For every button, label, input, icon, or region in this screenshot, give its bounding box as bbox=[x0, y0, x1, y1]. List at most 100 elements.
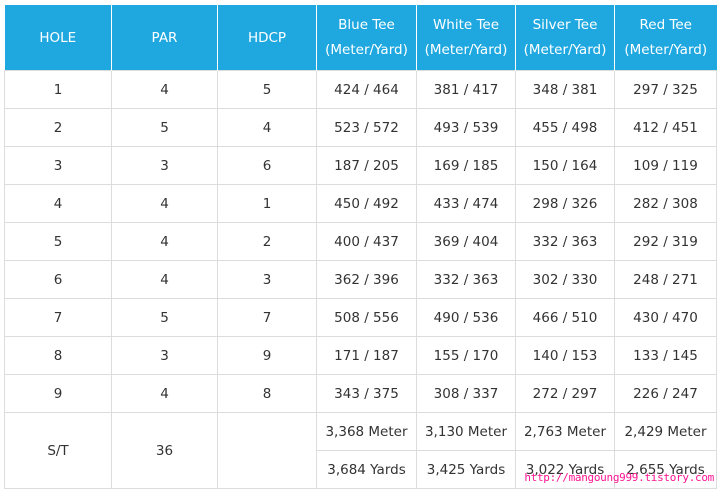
table-row: 5 4 2 400 / 437 369 / 404 332 / 363 292 … bbox=[4, 222, 717, 261]
header-silver-tee: Silver Tee (Meter/Yard) bbox=[515, 5, 615, 71]
white-tee-cell: 493 / 539 bbox=[416, 108, 516, 147]
total-row-meters: S/T 36 3,368 Meter 3,130 Meter 2,763 Met… bbox=[4, 412, 717, 489]
red-tee-cell: 412 / 451 bbox=[614, 108, 717, 147]
hole-cell: 9 bbox=[4, 374, 112, 413]
hdcp-cell: 2 bbox=[217, 222, 317, 261]
silver-tee-cell: 298 / 326 bbox=[515, 184, 615, 223]
hole-cell: 2 bbox=[4, 108, 112, 147]
silver-tee-cell: 466 / 510 bbox=[515, 298, 615, 337]
table-row: 4 4 1 450 / 492 433 / 474 298 / 326 282 … bbox=[4, 184, 717, 223]
table-row: 9 4 8 343 / 375 308 / 337 272 / 297 226 … bbox=[4, 374, 717, 413]
table-row: 8 3 9 171 / 187 155 / 170 140 / 153 133 … bbox=[4, 336, 717, 375]
total-white-yards: 3,425 Yards bbox=[416, 450, 516, 489]
hdcp-cell: 6 bbox=[217, 146, 317, 185]
blue-tee-cell: 171 / 187 bbox=[316, 336, 417, 375]
blue-tee-cell: 343 / 375 bbox=[316, 374, 417, 413]
par-cell: 4 bbox=[111, 374, 218, 413]
table-row: 6 4 3 362 / 396 332 / 363 302 / 330 248 … bbox=[4, 260, 717, 299]
header-hole: HOLE bbox=[4, 5, 112, 71]
header-red-tee: Red Tee (Meter/Yard) bbox=[614, 5, 717, 71]
hdcp-cell: 8 bbox=[217, 374, 317, 413]
table-row: 7 5 7 508 / 556 490 / 536 466 / 510 430 … bbox=[4, 298, 717, 337]
hole-cell: 6 bbox=[4, 260, 112, 299]
red-tee-cell: 430 / 470 bbox=[614, 298, 717, 337]
header-tee-unit: (Meter/Yard) bbox=[424, 41, 508, 58]
white-tee-cell: 332 / 363 bbox=[416, 260, 516, 299]
hole-cell: 8 bbox=[4, 336, 112, 375]
header-tee-unit: (Meter/Yard) bbox=[325, 41, 408, 58]
watermark: http://mangoung999.tistory.com bbox=[524, 471, 714, 484]
red-tee-cell: 282 / 308 bbox=[614, 184, 717, 223]
header-tee-name: Blue Tee bbox=[338, 16, 395, 33]
white-tee-cell: 369 / 404 bbox=[416, 222, 516, 261]
par-cell: 3 bbox=[111, 336, 218, 375]
header-tee-unit: (Meter/Yard) bbox=[624, 41, 708, 58]
header-tee-unit: (Meter/Yard) bbox=[523, 41, 607, 58]
blue-tee-cell: 187 / 205 bbox=[316, 146, 417, 185]
total-blue-yards: 3,684 Yards bbox=[316, 450, 417, 489]
total-label: S/T bbox=[4, 412, 112, 489]
hole-cell: 3 bbox=[4, 146, 112, 185]
red-tee-cell: 226 / 247 bbox=[614, 374, 717, 413]
red-tee-cell: 109 / 119 bbox=[614, 146, 717, 185]
total-blue-meters: 3,368 Meter bbox=[316, 412, 417, 451]
par-cell: 5 bbox=[111, 298, 218, 337]
total-silver-meters: 2,763 Meter bbox=[515, 412, 615, 451]
header-tee-name: White Tee bbox=[432, 16, 500, 33]
blue-tee-cell: 450 / 492 bbox=[316, 184, 417, 223]
par-cell: 4 bbox=[111, 70, 218, 109]
header-tee-name: Red Tee bbox=[639, 16, 692, 33]
header-hdcp: HDCP bbox=[217, 5, 317, 71]
red-tee-cell: 297 / 325 bbox=[614, 70, 717, 109]
blue-tee-cell: 362 / 396 bbox=[316, 260, 417, 299]
total-white-meters: 3,130 Meter bbox=[416, 412, 516, 451]
blue-tee-cell: 508 / 556 bbox=[316, 298, 417, 337]
table-row: 1 4 5 424 / 464 381 / 417 348 / 381 297 … bbox=[4, 70, 717, 109]
hdcp-cell: 9 bbox=[217, 336, 317, 375]
hdcp-cell: 1 bbox=[217, 184, 317, 223]
par-cell: 5 bbox=[111, 108, 218, 147]
hdcp-cell: 3 bbox=[217, 260, 317, 299]
header-blue-tee: Blue Tee (Meter/Yard) bbox=[316, 5, 417, 71]
hole-cell: 1 bbox=[4, 70, 112, 109]
silver-tee-cell: 272 / 297 bbox=[515, 374, 615, 413]
table-row: 3 3 6 187 / 205 169 / 185 150 / 164 109 … bbox=[4, 146, 717, 185]
hole-cell: 5 bbox=[4, 222, 112, 261]
total-par: 36 bbox=[111, 412, 218, 489]
hole-cell: 4 bbox=[4, 184, 112, 223]
table-row: 2 5 4 523 / 572 493 / 539 455 / 498 412 … bbox=[4, 108, 717, 147]
silver-tee-cell: 348 / 381 bbox=[515, 70, 615, 109]
red-tee-cell: 133 / 145 bbox=[614, 336, 717, 375]
white-tee-cell: 433 / 474 bbox=[416, 184, 516, 223]
total-hdcp-empty bbox=[217, 412, 317, 489]
par-cell: 4 bbox=[111, 184, 218, 223]
golf-scorecard-table: HOLE PAR HDCP Blue Tee (Meter/Yard) Whit… bbox=[4, 5, 717, 489]
silver-tee-cell: 150 / 164 bbox=[515, 146, 615, 185]
hdcp-cell: 5 bbox=[217, 70, 317, 109]
par-cell: 3 bbox=[111, 146, 218, 185]
header-row: HOLE PAR HDCP Blue Tee (Meter/Yard) Whit… bbox=[4, 5, 717, 71]
par-cell: 4 bbox=[111, 260, 218, 299]
blue-tee-cell: 424 / 464 bbox=[316, 70, 417, 109]
white-tee-cell: 308 / 337 bbox=[416, 374, 516, 413]
silver-tee-cell: 140 / 153 bbox=[515, 336, 615, 375]
silver-tee-cell: 455 / 498 bbox=[515, 108, 615, 147]
header-white-tee: White Tee (Meter/Yard) bbox=[416, 5, 516, 71]
hole-cell: 7 bbox=[4, 298, 112, 337]
blue-tee-cell: 523 / 572 bbox=[316, 108, 417, 147]
total-red-meters: 2,429 Meter bbox=[614, 412, 717, 451]
silver-tee-cell: 332 / 363 bbox=[515, 222, 615, 261]
blue-tee-cell: 400 / 437 bbox=[316, 222, 417, 261]
par-cell: 4 bbox=[111, 222, 218, 261]
white-tee-cell: 490 / 536 bbox=[416, 298, 516, 337]
white-tee-cell: 155 / 170 bbox=[416, 336, 516, 375]
hdcp-cell: 4 bbox=[217, 108, 317, 147]
hdcp-cell: 7 bbox=[217, 298, 317, 337]
header-tee-name: Silver Tee bbox=[532, 16, 598, 33]
red-tee-cell: 292 / 319 bbox=[614, 222, 717, 261]
white-tee-cell: 381 / 417 bbox=[416, 70, 516, 109]
red-tee-cell: 248 / 271 bbox=[614, 260, 717, 299]
white-tee-cell: 169 / 185 bbox=[416, 146, 516, 185]
header-par: PAR bbox=[111, 5, 218, 71]
silver-tee-cell: 302 / 330 bbox=[515, 260, 615, 299]
